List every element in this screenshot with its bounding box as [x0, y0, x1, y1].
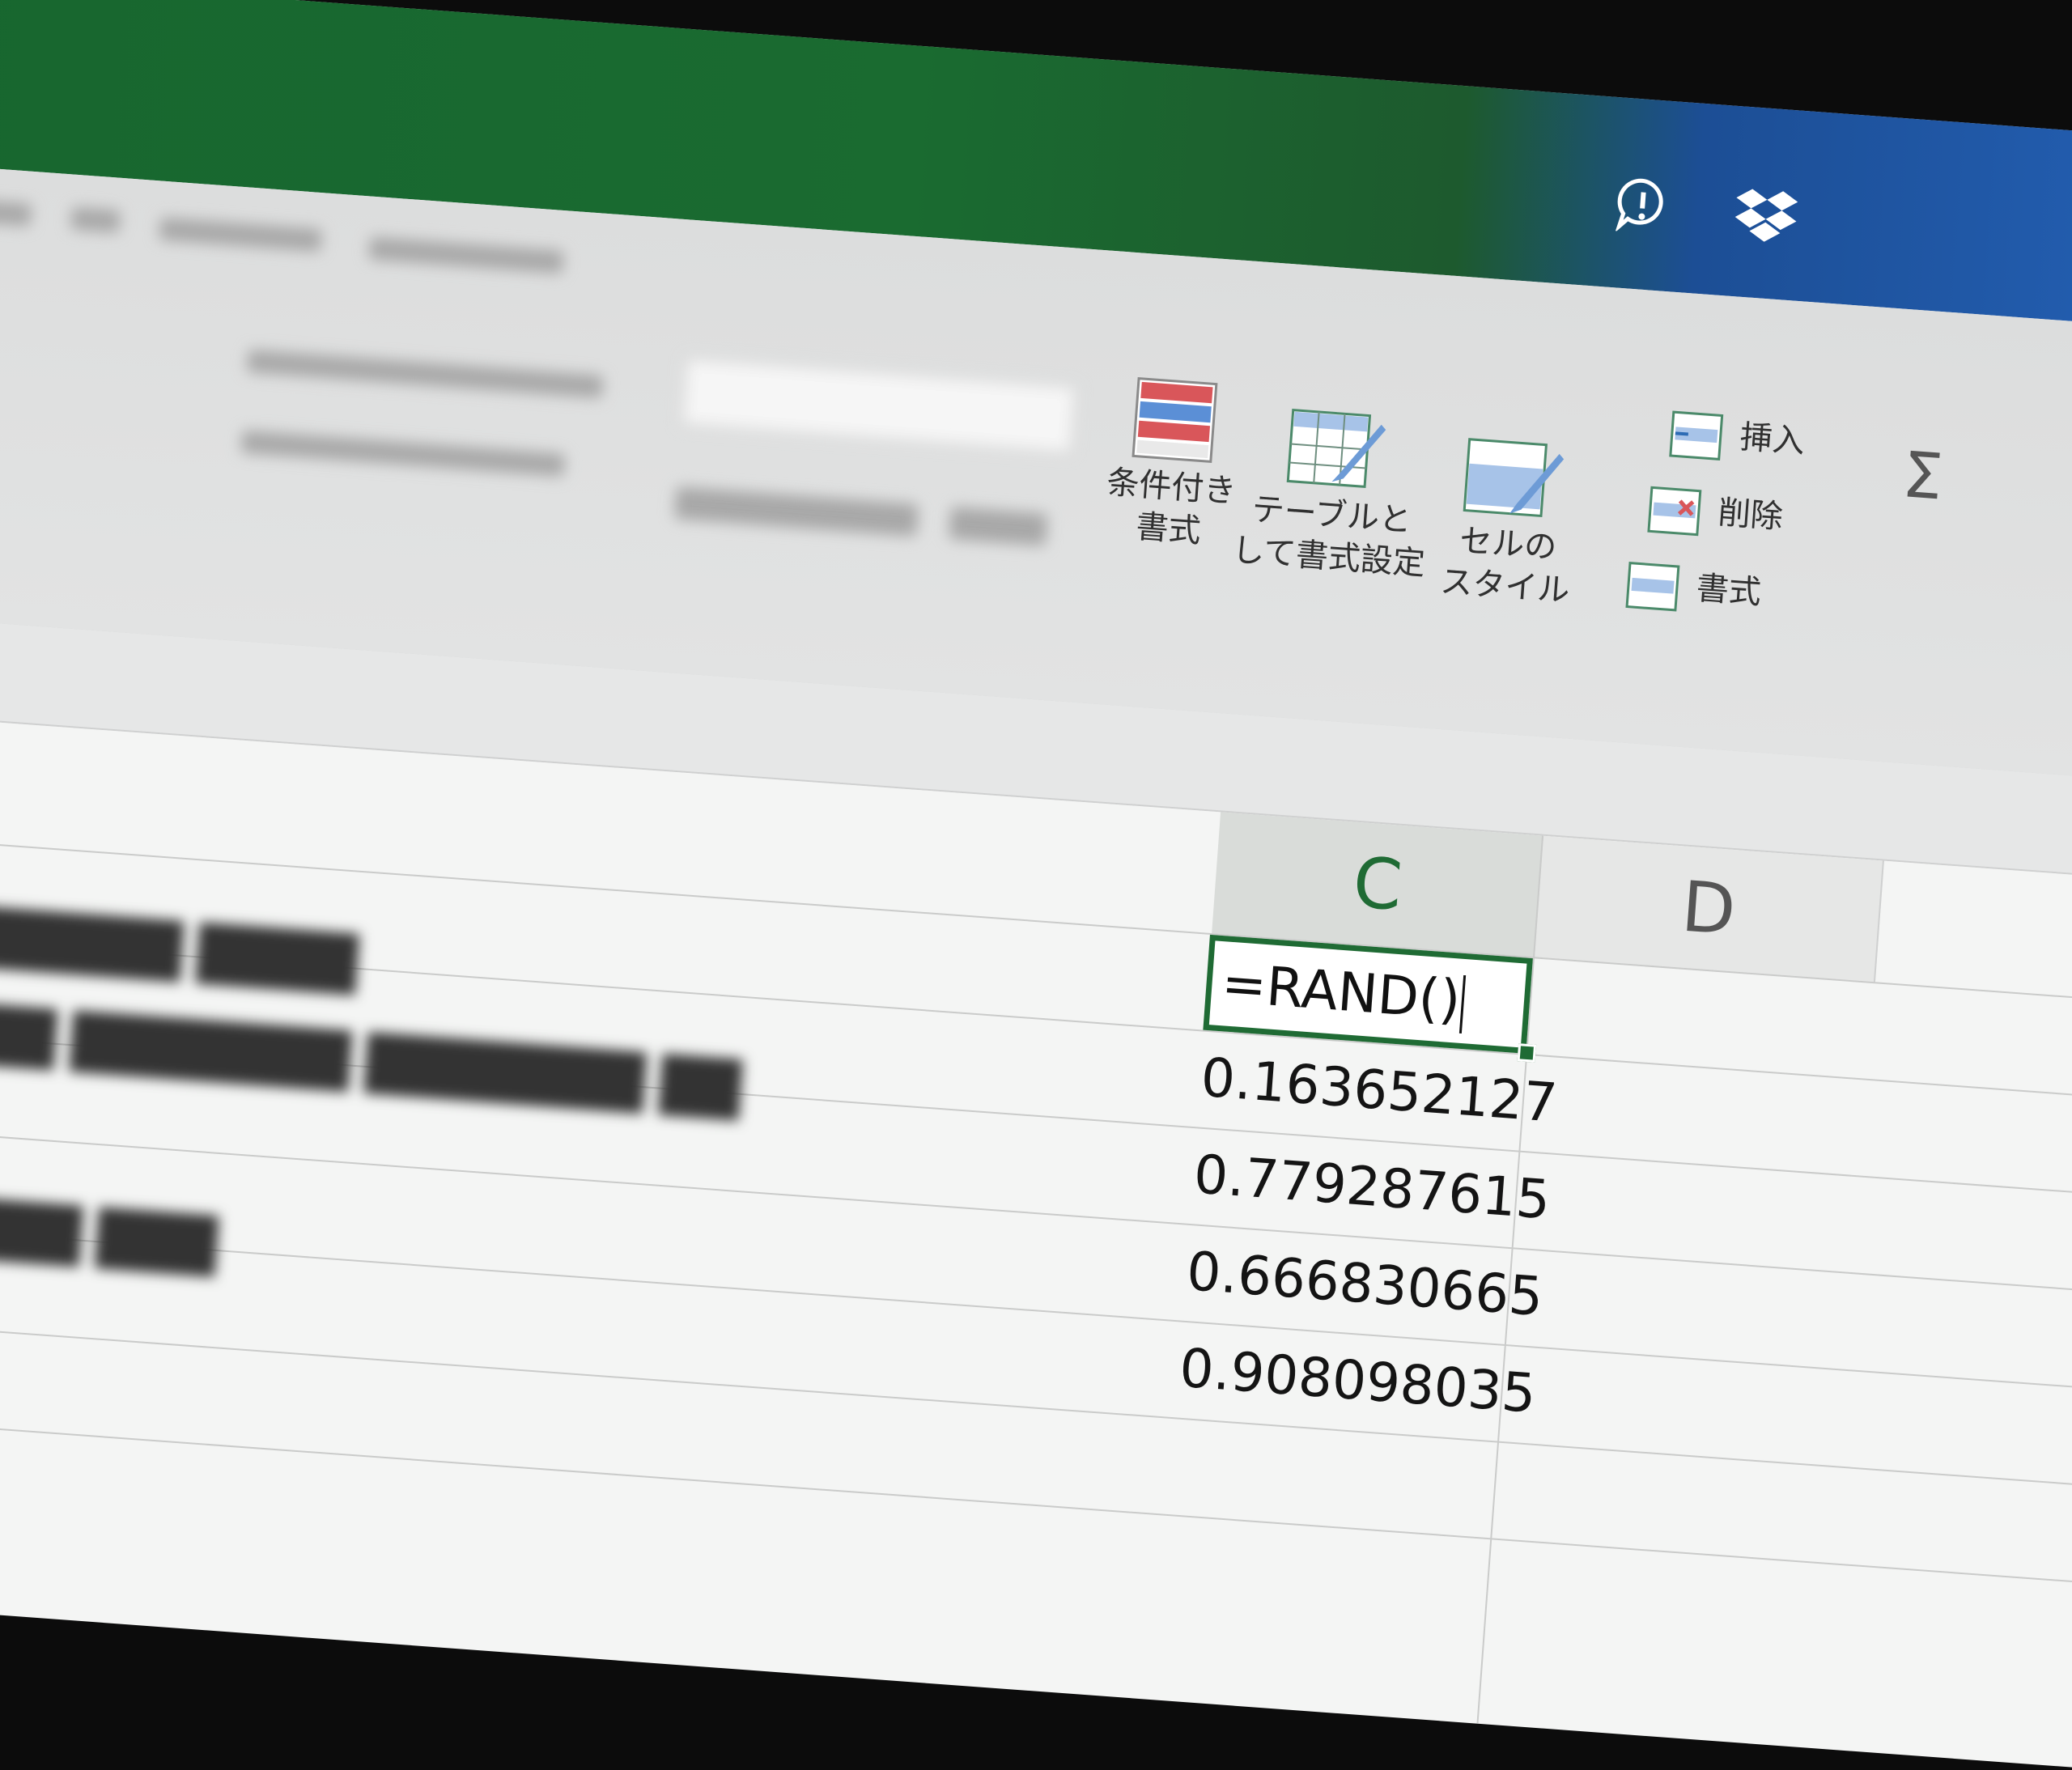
- blurred-cell-text: ████████ ███: [0, 1183, 219, 1277]
- insert-button[interactable]: 挿入: [1669, 405, 1807, 467]
- cell-c3[interactable]: 0.779287615: [1191, 1143, 1552, 1231]
- insert-label: 挿入: [1739, 418, 1807, 461]
- cell-styles-button[interactable]: セルの スタイル: [1382, 426, 1637, 616]
- worksheet: C D ██████████ ████ ███████ ███████ ████…: [0, 707, 2072, 1770]
- dropbox-icon[interactable]: [1734, 183, 1798, 244]
- blurred-cell-text: ███████ ███████ ███████ ██: [0, 990, 743, 1121]
- delete-label: 削除: [1717, 494, 1785, 537]
- ribbon-blurred-left: [0, 157, 1077, 698]
- cell-c5[interactable]: 0.908098035: [1178, 1337, 1538, 1425]
- format-button[interactable]: 書式: [1625, 557, 1763, 618]
- format-cells-icon: [1625, 562, 1680, 612]
- feedback-icon[interactable]: [1612, 174, 1673, 235]
- autosum-button[interactable]: Σ: [1900, 439, 1946, 514]
- delete-cells-icon: [1647, 486, 1702, 537]
- fill-handle[interactable]: [1517, 1043, 1537, 1063]
- delete-button[interactable]: 削除: [1647, 481, 1785, 542]
- cell-styles-label: セルの スタイル: [1439, 522, 1571, 610]
- table-brush-icon: [1286, 409, 1386, 488]
- format-label: 書式: [1695, 569, 1763, 612]
- sum-icon: Σ: [1900, 439, 1946, 515]
- insert-cells-icon: [1669, 410, 1724, 461]
- cell-c2[interactable]: 0.163652127: [1199, 1046, 1559, 1135]
- blurred-cell-text: ██████████ ████: [0, 893, 359, 995]
- column-header-c[interactable]: C: [1212, 812, 1546, 957]
- cell-c4[interactable]: 0.666830665: [1185, 1240, 1545, 1328]
- cell-style-brush-icon: [1463, 438, 1565, 518]
- conditional-format-icon: [1132, 376, 1218, 463]
- formula-text: =RAND(): [1219, 952, 1463, 1032]
- excel-window: 条件付き 書式 テーブルと して書式設定 セルの スタイル 挿入 削除 書式 Σ…: [0, 0, 2072, 1770]
